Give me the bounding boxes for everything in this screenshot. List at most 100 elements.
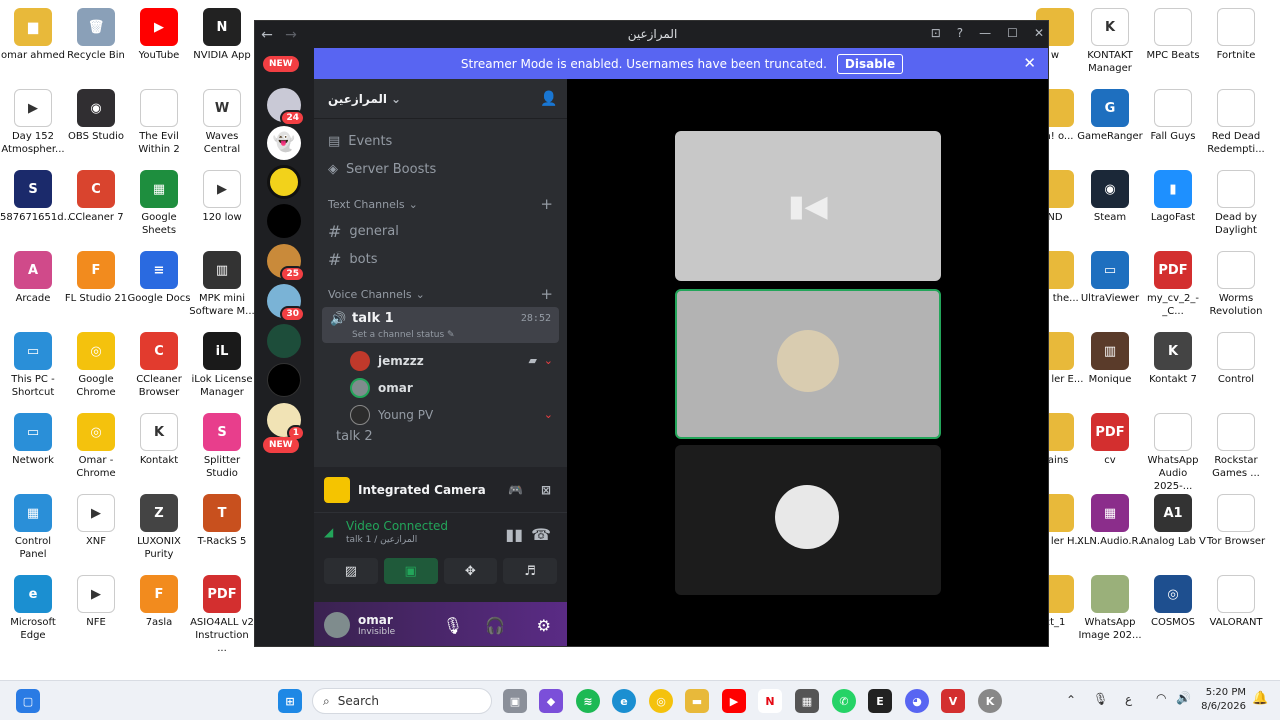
desktop-icon[interactable]: WhatsApp Image 202... <box>1077 575 1143 642</box>
server-icon[interactable]: 1 <box>267 403 305 441</box>
desktop-icon[interactable]: ▶ XNF <box>63 494 129 548</box>
store-icon[interactable]: ▦ <box>795 689 819 713</box>
youtube-icon[interactable]: ▶ <box>722 689 746 713</box>
camera-off-button[interactable]: ▨ <box>324 558 378 584</box>
inbox-icon[interactable]: ⊡ <box>931 26 941 40</box>
server-name-header[interactable]: المرازعين ⌄ 👤 <box>314 79 567 119</box>
video-tile[interactable] <box>675 445 941 595</box>
desktop-icon[interactable]: A Arcade <box>0 251 66 305</box>
channel-bots[interactable]: # bots <box>314 245 567 273</box>
headphones-icon[interactable]: 🎧 <box>485 616 505 635</box>
help-icon[interactable]: ? <box>957 26 963 40</box>
soundboard-button[interactable]: ♬ <box>503 558 557 584</box>
desktop-icon[interactable]: Red Dead Redempti... <box>1203 89 1269 156</box>
desktop-icon[interactable]: PDF ASIO4ALL v2 Instruction ... <box>189 575 255 655</box>
desktop-icon[interactable]: ◎ COSMOS <box>1140 575 1206 629</box>
text-channels-category[interactable]: Text Channels ⌄ + <box>314 191 567 217</box>
desktop-icon[interactable]: ▶ NFE <box>63 575 129 629</box>
desktop-icon[interactable]: ▭ UltraViewer <box>1077 251 1143 305</box>
file-explorer-icon[interactable]: ▬ <box>685 689 709 713</box>
user-avatar[interactable] <box>324 612 350 638</box>
clock[interactable]: 5:20 PM 8/6/2026 <box>1198 686 1246 714</box>
desktop-icon[interactable]: ◎ Omar - Chrome <box>63 413 129 480</box>
camera-source[interactable]: Integrated Camera 🎮 ⊠ <box>314 467 567 512</box>
desktop-icon[interactable]: F FL Studio 21 <box>63 251 129 305</box>
discord-icon[interactable]: ◕ <box>905 689 929 713</box>
search-box[interactable]: ⌕ Search <box>312 688 492 714</box>
server-icon[interactable]: 25 <box>267 244 305 282</box>
disconnect-icon[interactable]: ☎ <box>531 525 551 544</box>
add-channel-icon[interactable]: + <box>540 195 553 213</box>
desktop-icon[interactable]: S Splitter Studio <box>189 413 255 480</box>
desktop-icon[interactable]: ▆ omar ahmed <box>0 8 66 62</box>
app-icon[interactable]: V <box>941 689 965 713</box>
desktop-icon[interactable]: ▶ 120 low <box>189 170 255 224</box>
desktop-icon[interactable]: ▦ Control Panel <box>0 494 66 561</box>
desktop-icon[interactable]: S 587671651d... <box>0 170 73 224</box>
minimize-button[interactable]: — <box>979 26 991 40</box>
maximize-button[interactable]: ☐ <box>1007 26 1018 40</box>
desktop-icon[interactable]: PDF cv <box>1077 413 1143 467</box>
server-icon[interactable] <box>267 165 301 199</box>
task-view-icon[interactable]: ▣ <box>503 689 527 713</box>
desktop-icon[interactable]: The Evil Within 2 <box>126 89 192 156</box>
invite-people-icon[interactable]: 👤 <box>540 91 557 107</box>
desktop-icon[interactable]: e Microsoft Edge <box>0 575 66 642</box>
share-screen-button[interactable]: ▣ <box>383 558 438 584</box>
desktop-icon[interactable]: ▶ YouTube <box>126 8 192 62</box>
server-boosts-item[interactable]: ◈ Server Boosts <box>314 155 567 183</box>
server-icon[interactable]: 30 <box>267 284 305 322</box>
desktop-icon[interactable]: N NVIDIA App <box>189 8 255 62</box>
desktop-icon[interactable]: W Waves Central <box>189 89 255 156</box>
controller-icon[interactable]: 🎮 <box>508 483 523 497</box>
desktop-icon[interactable]: ▭ This PC - Shortcut <box>0 332 66 399</box>
server-icon[interactable]: 24 <box>267 88 305 126</box>
desktop-icon[interactable]: ≡ Google Docs <box>126 251 192 305</box>
channel-general[interactable]: # general <box>314 217 567 245</box>
desktop-icon[interactable]: K Kontakt 7 <box>1140 332 1206 386</box>
desktop-icon[interactable]: Rockstar Games ... <box>1203 413 1269 480</box>
voice-channel-talk-1[interactable]: 🔊 talk 1 Set a channel status ✎ 28:52 <box>322 307 559 343</box>
channel-status-prompt[interactable]: Set a channel status ✎ <box>352 330 551 340</box>
desktop-icon[interactable]: ▶ Day 152 Atmospher... <box>0 89 66 156</box>
disable-button[interactable]: Disable <box>836 53 904 74</box>
desktop-icon[interactable]: K KONTAKT Manager <box>1077 8 1143 75</box>
volume-icon[interactable]: 🔊 <box>1176 691 1191 705</box>
desktop-icon[interactable]: ▥ Monique <box>1077 332 1143 386</box>
desktop-icon[interactable]: Dead by Daylight <box>1203 170 1269 237</box>
desktop-icon[interactable]: Fortnite <box>1203 8 1269 62</box>
desktop-icon[interactable]: Z LUXONIX Purity <box>126 494 192 561</box>
desktop-icon[interactable]: ◉ OBS Studio <box>63 89 129 143</box>
desktop-icon[interactable]: A1 Analog Lab V <box>1140 494 1206 548</box>
voice-channel-talk-2[interactable]: talk 2 <box>314 428 567 444</box>
voice-user[interactable]: Young PV ⌄ <box>314 401 567 428</box>
start-button[interactable]: ⊞ <box>278 689 302 713</box>
desktop-icon[interactable]: ◉ Steam <box>1077 170 1143 224</box>
language-indicator[interactable]: ع <box>1125 692 1132 706</box>
gear-icon[interactable]: ⚙ <box>537 616 551 635</box>
desktop-icon[interactable]: C CCleaner Browser <box>126 332 192 399</box>
netflix-icon[interactable]: N <box>758 689 782 713</box>
spotify-icon[interactable]: ≋ <box>576 689 600 713</box>
close-preview-icon[interactable]: ⊠ <box>541 483 551 497</box>
desktop-icon[interactable]: ▥ MPK mini Software M... <box>189 251 255 318</box>
desktop-icon[interactable]: C CCleaner 7 <box>63 170 129 224</box>
desktop-icon[interactable]: VALORANT <box>1203 575 1269 629</box>
events-item[interactable]: ▤ Events <box>314 127 567 155</box>
notification-icon[interactable]: 🔔 <box>1252 691 1268 706</box>
chevron-up-icon[interactable]: ⌃ <box>1066 693 1076 707</box>
microphone-icon[interactable]: 🎙 <box>443 616 463 635</box>
desktop-icon[interactable]: Tor Browser <box>1203 494 1269 548</box>
voice-user[interactable]: omar <box>314 374 567 401</box>
server-icon[interactable] <box>267 324 301 358</box>
desktop-icon[interactable]: Worms Revolution <box>1203 251 1269 318</box>
ghost-server-icon[interactable]: 👻 <box>267 126 301 160</box>
add-channel-icon[interactable]: + <box>540 285 553 303</box>
desktop-icon[interactable]: K Kontakt <box>126 413 192 467</box>
copilot-icon[interactable]: ◆ <box>539 689 563 713</box>
desktop-icon[interactable]: Fall Guys <box>1140 89 1206 143</box>
noise-suppression-icon[interactable]: ▮▮ <box>505 525 523 544</box>
desktop-icon[interactable]: WhatsApp Audio 2025-... <box>1140 413 1206 493</box>
voice-user[interactable]: jemzzz ▰ ⌄ <box>314 347 567 374</box>
desktop-icon[interactable]: ▮ LagoFast <box>1140 170 1206 224</box>
